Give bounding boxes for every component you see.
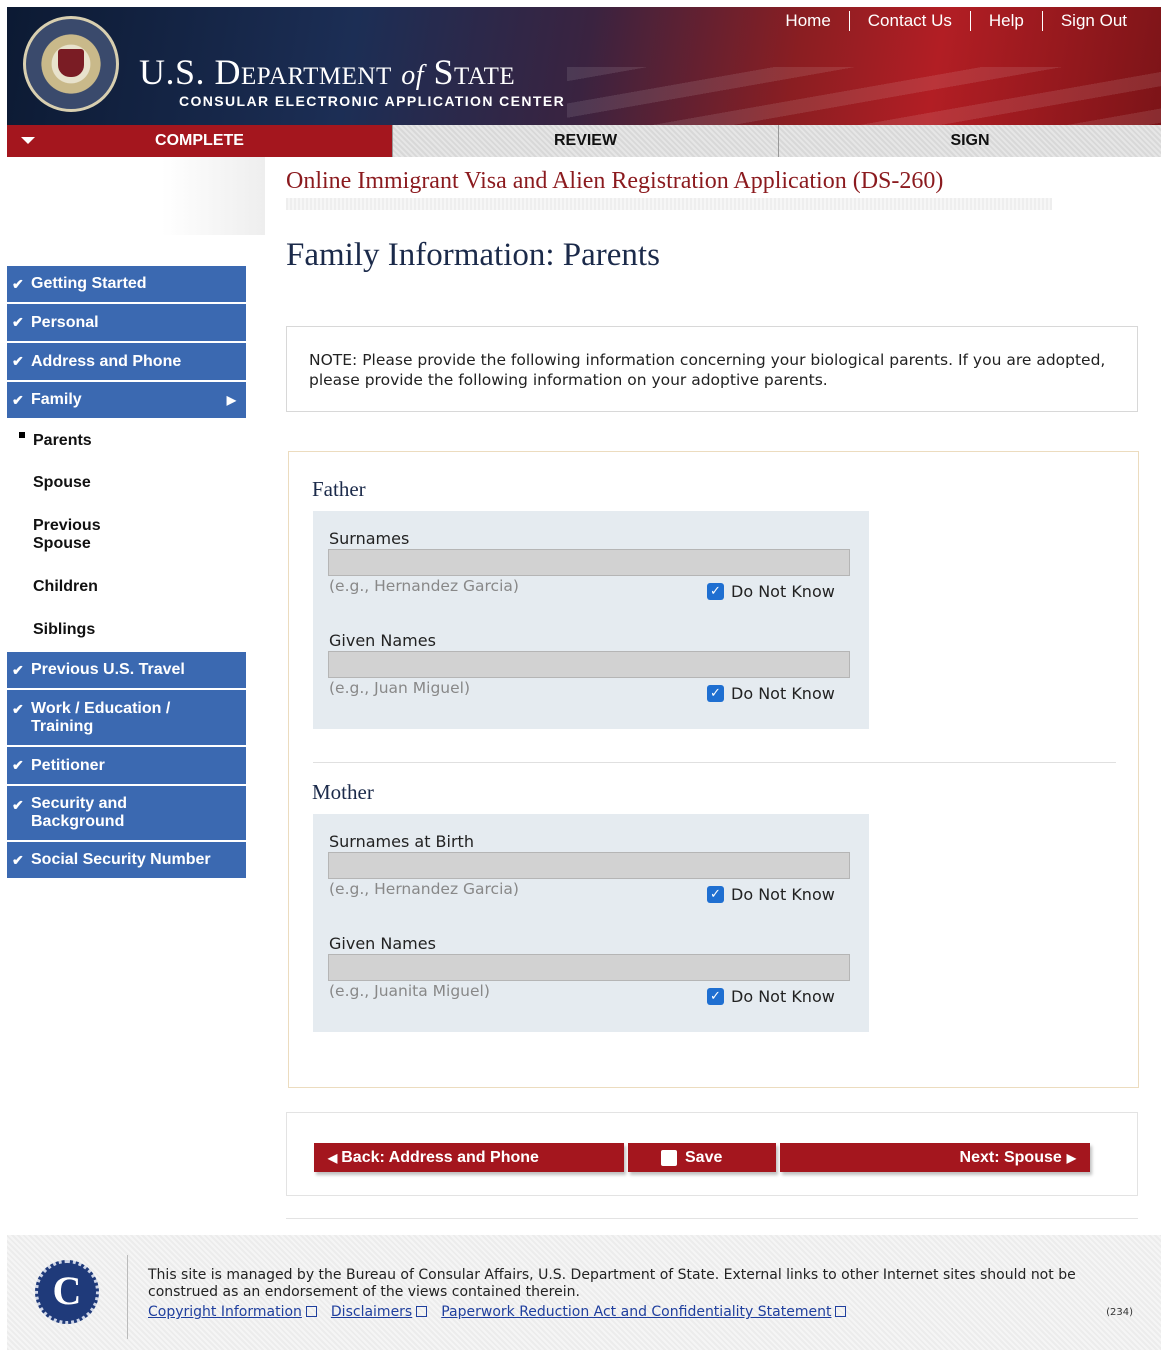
footer-links: Copyright Information Disclaimers Paperw…: [148, 1304, 847, 1320]
save-button[interactable]: Save: [628, 1143, 776, 1172]
navigation-buttons: ◀ Back: Address and Phone Save Next: Spo…: [286, 1112, 1138, 1196]
mother-panel: Surnames at Birth (e.g., Hernandez Garci…: [313, 814, 869, 1032]
site-footer: C This site is managed by the Bureau of …: [7, 1235, 1161, 1350]
external-link-icon: [305, 1306, 317, 1317]
mother-surnames-label: Surnames at Birth: [329, 832, 474, 851]
father-panel: Surnames (e.g., Hernandez Garcia) ✓ Do N…: [313, 511, 869, 729]
father-surnames-label: Surnames: [329, 529, 410, 548]
current-bullet-icon: [19, 432, 25, 438]
step-review[interactable]: REVIEW: [393, 125, 779, 157]
mother-surnames-input[interactable]: [328, 852, 850, 879]
checkmark-icon: ✔: [12, 314, 24, 330]
checkmark-icon: ✔: [12, 757, 24, 773]
sidebar-item-getting-started[interactable]: ✔ Getting Started: [7, 266, 246, 304]
footer-separator: [127, 1255, 128, 1339]
mother-given-names-input[interactable]: [328, 954, 850, 981]
sidebar-item-spouse[interactable]: Spouse: [7, 462, 246, 504]
mother-surnames-hint: (e.g., Hernandez Garcia): [329, 880, 519, 898]
copyright-information-link[interactable]: Copyright Information: [148, 1304, 317, 1320]
father-heading: Father: [312, 477, 366, 501]
footer-disclaimer-text: This site is managed by the Bureau of Co…: [148, 1267, 1076, 1300]
checkmark-icon: ✔: [12, 661, 24, 678]
help-link[interactable]: Help: [969, 11, 1042, 31]
flag-stripes-decoration: [567, 67, 1161, 125]
sidebar-item-work-education-training[interactable]: ✔ Work / Education / Training: [7, 690, 246, 747]
checkmark-icon: ✔: [12, 391, 24, 408]
checkmark-icon: ✔: [12, 353, 24, 369]
checkbox-checked-icon[interactable]: ✓: [707, 886, 724, 903]
father-surnames-do-not-know[interactable]: ✓ Do Not Know: [707, 582, 835, 601]
father-given-names-hint: (e.g., Juan Miguel): [329, 679, 471, 697]
sidebar-item-family[interactable]: ✔ Family ▶: [7, 382, 246, 420]
sidebar-item-personal[interactable]: ✔ Personal: [7, 304, 246, 343]
chevron-left-icon: ◀: [328, 1150, 338, 1165]
checkmark-icon: ✔: [12, 797, 24, 813]
save-disk-icon: [661, 1149, 677, 1166]
paperwork-reduction-link[interactable]: Paperwork Reduction Act and Confidential…: [441, 1304, 847, 1320]
footer-divider: [286, 1218, 1138, 1219]
arrow-right-icon: ▶: [226, 393, 236, 407]
step-sign[interactable]: SIGN: [779, 125, 1161, 157]
sidebar-item-social-security-number[interactable]: ✔ Social Security Number: [7, 842, 246, 880]
department-subtitle: CONSULAR ELECTRONIC APPLICATION CENTER: [179, 93, 566, 109]
sidebar-item-children[interactable]: Children: [7, 566, 246, 608]
sidebar-item-parents[interactable]: Parents: [7, 420, 246, 462]
external-link-icon: [416, 1306, 428, 1317]
sidebar-item-security-and-background[interactable]: ✔ Security and Background: [7, 786, 246, 842]
external-link-icon: [835, 1306, 847, 1317]
application-title: Online Immigrant Visa and Alien Registra…: [286, 168, 944, 194]
caret-down-icon: [21, 137, 35, 144]
sidebar-item-address-and-phone[interactable]: ✔ Address and Phone: [7, 343, 246, 382]
step-bar: COMPLETE REVIEW SIGN: [7, 125, 1161, 157]
top-navigation: Home Contact Us Help Sign Out: [767, 9, 1145, 33]
next-button[interactable]: Next: Spouse ▶: [780, 1143, 1090, 1172]
sign-out-link[interactable]: Sign Out: [1041, 11, 1145, 31]
mother-given-names-hint: (e.g., Juanita Miguel): [329, 982, 490, 1000]
checkmark-icon: ✔: [12, 275, 24, 292]
parents-form: Father Surnames (e.g., Hernandez Garcia)…: [288, 451, 1139, 1088]
back-button[interactable]: ◀ Back: Address and Phone: [314, 1143, 624, 1172]
department-title: U.S. Department of State: [139, 52, 516, 92]
checkmark-icon: ✔: [12, 701, 24, 717]
step-complete[interactable]: COMPLETE: [7, 125, 393, 157]
checkbox-checked-icon[interactable]: ✓: [707, 583, 724, 600]
sidebar-item-petitioner[interactable]: ✔ Petitioner: [7, 747, 246, 786]
sidebar: ✔ Getting Started ✔ Personal ✔ Address a…: [7, 266, 246, 880]
contact-us-link[interactable]: Contact Us: [848, 11, 970, 31]
home-link[interactable]: Home: [767, 11, 848, 31]
father-given-names-do-not-know[interactable]: ✓ Do Not Know: [707, 684, 835, 703]
father-given-names-label: Given Names: [329, 631, 436, 650]
sidebar-header-fade: [7, 157, 265, 235]
note-box: NOTE: Please provide the following infor…: [286, 326, 1138, 412]
title-underline: [286, 198, 1052, 210]
section-divider: [313, 762, 1116, 763]
sidebar-item-previous-us-travel[interactable]: ✔ Previous U.S. Travel: [7, 652, 246, 690]
checkbox-checked-icon[interactable]: ✓: [707, 988, 724, 1005]
father-surnames-hint: (e.g., Hernandez Garcia): [329, 577, 519, 595]
mother-heading: Mother: [312, 780, 374, 804]
consular-affairs-logo-icon: C: [35, 1260, 99, 1324]
page-title: Family Information: Parents: [286, 237, 660, 273]
mother-given-names-label: Given Names: [329, 934, 436, 953]
mother-surnames-do-not-know[interactable]: ✓ Do Not Know: [707, 885, 835, 904]
site-header: U.S. Department of State CONSULAR ELECTR…: [7, 7, 1161, 125]
disclaimers-link[interactable]: Disclaimers: [331, 1304, 428, 1320]
mother-given-names-do-not-know[interactable]: ✓ Do Not Know: [707, 987, 835, 1006]
checkmark-icon: ✔: [12, 851, 24, 868]
sidebar-item-siblings[interactable]: Siblings: [7, 608, 246, 652]
checkbox-checked-icon[interactable]: ✓: [707, 685, 724, 702]
chevron-right-icon: ▶: [1066, 1150, 1076, 1165]
department-seal-icon: [23, 16, 119, 112]
sidebar-item-previous-spouse[interactable]: Previous Spouse: [7, 504, 117, 566]
father-given-names-input[interactable]: [328, 651, 850, 678]
page-number: (234): [1106, 1307, 1133, 1318]
father-surnames-input[interactable]: [328, 549, 850, 576]
